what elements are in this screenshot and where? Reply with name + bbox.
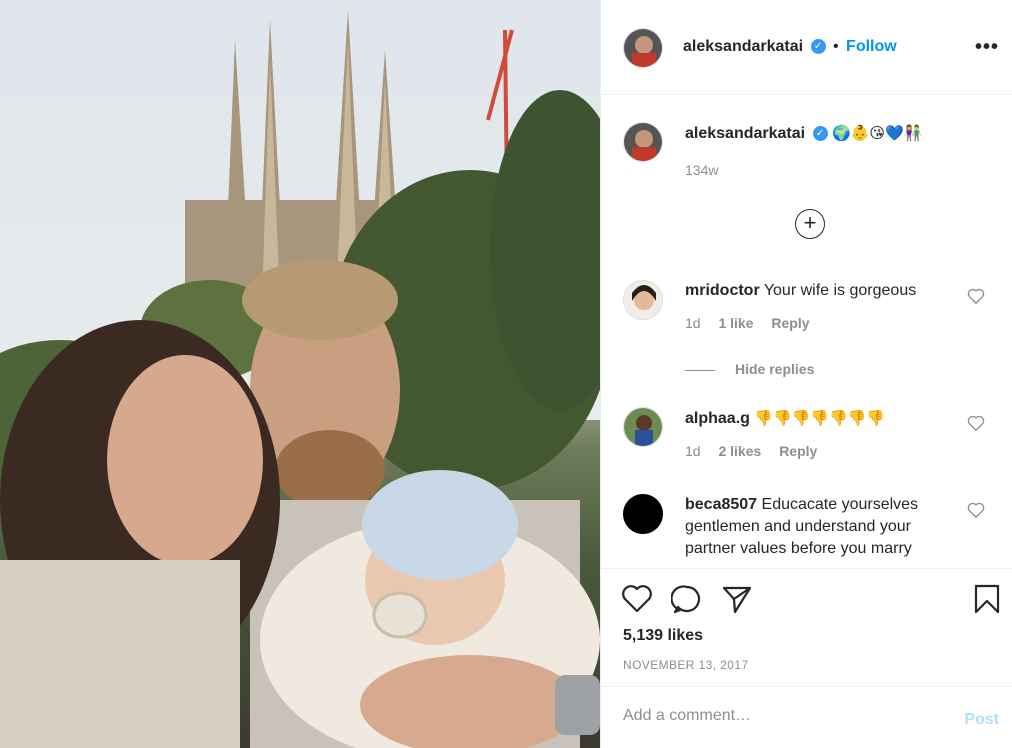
post-side-panel: aleksandarkatai ✓ • Follow ••• aleksanda… [600, 0, 1012, 748]
comment-avatar[interactable] [623, 280, 663, 320]
caption-username[interactable]: aleksandarkatai [685, 125, 805, 142]
author-username[interactable]: aleksandarkatai [683, 38, 803, 55]
hide-replies-button[interactable]: Hide replies [685, 361, 814, 377]
post-header: aleksandarkatai ✓ • Follow ••• [601, 0, 1012, 95]
post-comment-button[interactable]: Post [964, 711, 999, 729]
comment-body: beca8507 Educacate yourselves gentlemen … [685, 494, 965, 560]
verified-badge-icon: ✓ [810, 39, 826, 55]
comment-text: 👎👎👎👎👎👎👎 [754, 409, 886, 427]
like-heart-icon[interactable] [621, 583, 653, 615]
comment-time[interactable]: 1d [685, 443, 701, 459]
comment-meta: 1d 2 likes Reply [685, 440, 965, 462]
author-avatar[interactable] [623, 28, 663, 68]
like-comment-heart-icon[interactable] [967, 502, 985, 518]
comment-likes[interactable]: 2 likes [718, 443, 761, 459]
comment-body: mridoctor Your wife is gorgeous 1d 1 lik… [685, 280, 965, 334]
avatar-image [624, 281, 662, 319]
more-options-icon[interactable]: ••• [975, 36, 999, 59]
comment-likes[interactable]: 1 like [718, 315, 753, 331]
avatar-image [624, 408, 662, 446]
comment-username[interactable]: beca8507 [685, 496, 757, 513]
comment-username[interactable]: mridoctor [685, 282, 760, 299]
photo-illustration [0, 0, 600, 748]
reply-button[interactable]: Reply [779, 443, 817, 459]
comment-avatar[interactable] [623, 494, 663, 534]
comments-section[interactable]: aleksandarkatai ✓ 🌍👶😘💙👫 134w + mridoctor… [601, 96, 1012, 568]
add-comment-input[interactable] [623, 707, 943, 725]
avatar-image [624, 123, 662, 161]
caption-text: 🌍👶😘💙👫 [831, 124, 923, 142]
separator-dot: • [832, 38, 839, 55]
caption-body: aleksandarkatai ✓ 🌍👶😘💙👫 134w [685, 122, 965, 181]
comment-body: alphaa.g 👎👎👎👎👎👎👎 1d 2 likes Reply [685, 407, 965, 462]
add-comment-bar: Post [601, 686, 1012, 748]
header-title: aleksandarkatai ✓ • Follow [683, 38, 897, 56]
likes-count[interactable]: 5,139 likes [623, 627, 703, 645]
follow-button[interactable]: Follow [846, 38, 897, 55]
post-date[interactable]: NOVEMBER 13, 2017 [623, 658, 749, 672]
comment-text: Your wife is gorgeous [763, 282, 917, 299]
verified-badge-icon: ✓ [812, 126, 828, 142]
comment-icon[interactable] [671, 583, 703, 615]
post-actions: 5,139 likes NOVEMBER 13, 2017 [601, 568, 1012, 686]
comment-avatar[interactable] [623, 407, 663, 447]
caption-meta: 134w [685, 159, 965, 181]
avatar-image [624, 29, 662, 67]
save-bookmark-icon[interactable] [971, 583, 1003, 615]
comment-time[interactable]: 1d [685, 315, 701, 331]
like-comment-heart-icon[interactable] [967, 288, 985, 304]
comment-username[interactable]: alphaa.g [685, 410, 750, 427]
like-comment-heart-icon[interactable] [967, 415, 985, 431]
comment-meta: 1d 1 like Reply [685, 312, 965, 334]
load-more-comments-icon[interactable]: + [795, 209, 825, 239]
reply-button[interactable]: Reply [771, 315, 809, 331]
caption-time[interactable]: 134w [685, 162, 718, 178]
share-send-icon[interactable] [721, 583, 753, 615]
caption-author-avatar[interactable] [623, 122, 663, 162]
post-photo[interactable] [0, 0, 600, 748]
